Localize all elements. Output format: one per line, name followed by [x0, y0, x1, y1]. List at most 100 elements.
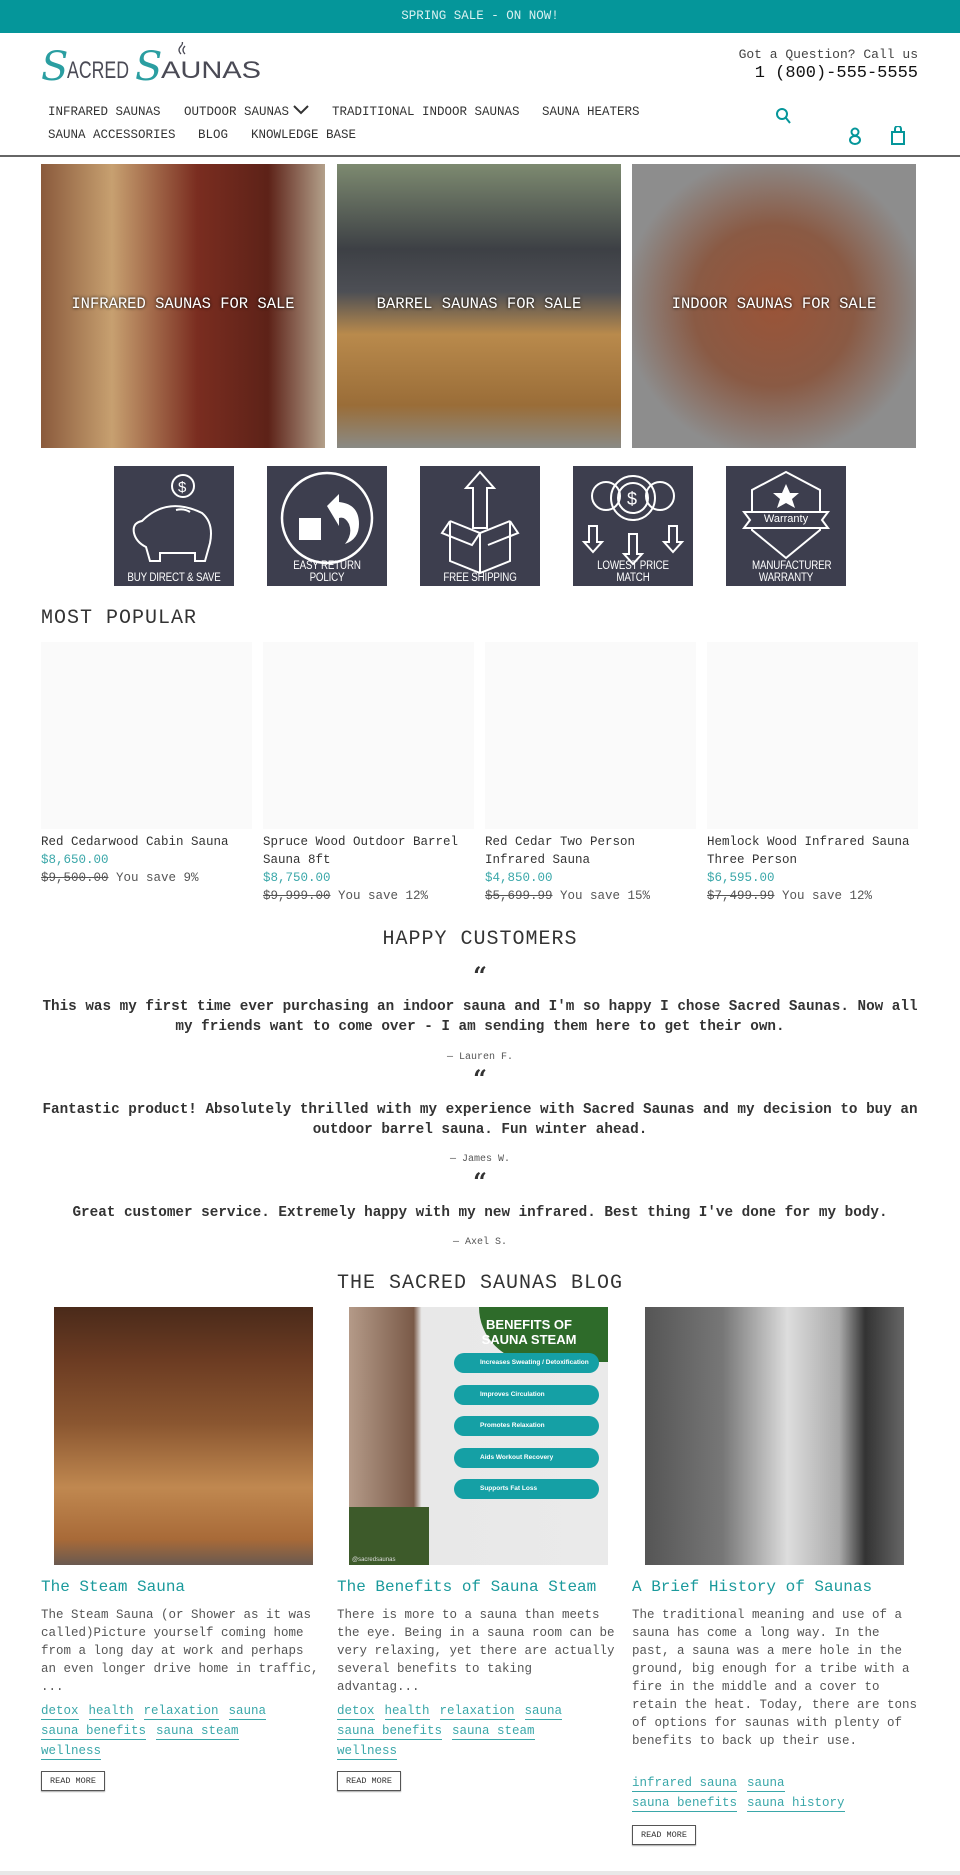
product-title[interactable]: Red Cedar Two Person Infrared Sauna: [485, 833, 696, 869]
collection-indoor-saunas[interactable]: INDOOR SAUNAS FOR SALE: [632, 164, 916, 448]
blog-post-title[interactable]: The Benefits of Sauna Steam: [337, 1578, 596, 1596]
product-image[interactable]: [707, 642, 918, 829]
quote-icon: “: [473, 1064, 487, 1093]
piggy-bank-icon: $: [132, 474, 212, 562]
nav-sauna-accessories[interactable]: SAUNA ACCESSORIES: [48, 128, 176, 142]
tag-link[interactable]: health: [384, 1703, 430, 1720]
product-card[interactable]: Hemlock Wood Infrared Sauna Three Person…: [707, 833, 918, 905]
blog-post-tags: detox health relaxation sauna sauna benefits…: [41, 1702, 324, 1762]
infographic-list: Increases Sweating / Detoxification Impr…: [454, 1353, 599, 1499]
blog-post-title[interactable]: The Steam Sauna: [41, 1578, 185, 1596]
cart-icon[interactable]: [890, 126, 906, 145]
collection-barrel-saunas[interactable]: BARREL SAUNAS FOR SALE: [337, 164, 621, 448]
section-heading-happy-customers: HAPPY CUSTOMERS: [382, 928, 578, 951]
tag-link[interactable]: relaxation: [143, 1703, 219, 1720]
collection-label: INDOOR SAUNAS FOR SALE: [671, 295, 877, 313]
product-price: $8,650.00: [41, 853, 109, 867]
blog-image-steam-sauna[interactable]: [54, 1307, 313, 1565]
phone-number[interactable]: 1 (800)-555-5555: [739, 64, 918, 83]
tag-link[interactable]: sauna benefits: [632, 1795, 738, 1812]
product-price: $8,750.00: [263, 871, 331, 885]
tag-link[interactable]: detox: [337, 1703, 375, 1720]
product-compare: $9,500.00 You save 9%: [41, 869, 252, 887]
compare-price: $7,499.99: [707, 889, 775, 903]
announcement-banner[interactable]: SPRING SALE - ON NOW!: [0, 0, 960, 33]
tag-link[interactable]: sauna steam: [156, 1723, 239, 1740]
product-price: $4,850.00: [485, 871, 553, 885]
product-compare: $7,499.99 You save 12%: [707, 887, 918, 905]
product-title[interactable]: Red Cedarwood Cabin Sauna: [41, 833, 252, 851]
nav-blog[interactable]: BLOG: [198, 128, 228, 142]
nav-outdoor-saunas[interactable]: OUTDOOR SAUNAS: [184, 105, 309, 119]
collection-infrared-saunas[interactable]: INFRARED SAUNAS FOR SALE: [41, 164, 325, 448]
nav-infrared-saunas[interactable]: INFRARED SAUNAS: [48, 105, 161, 119]
savings: You save 12%: [782, 889, 873, 903]
testimonial-text: Fantastic product! Absolutely thrilled w…: [42, 1102, 918, 1138]
contact-block: Got a Question? Call us 1 (800)-555-5555: [739, 47, 918, 83]
infographic-item: Supports Fat Loss: [454, 1479, 599, 1499]
tag-link[interactable]: wellness: [41, 1743, 102, 1760]
feature-label: BUY DIRECT & SAVE: [127, 572, 221, 584]
testimonial-text: This was my first time ever purchasing a…: [42, 999, 918, 1035]
tag-link[interactable]: health: [88, 1703, 134, 1720]
search-icon[interactable]: [775, 107, 793, 125]
product-compare: $5,699.99 You save 15%: [485, 887, 696, 905]
product-compare: $9,999.00 You save 12%: [263, 887, 474, 905]
nav-traditional-indoor-saunas[interactable]: TRADITIONAL INDOOR SAUNAS: [332, 105, 520, 119]
tag-link[interactable]: relaxation: [439, 1703, 515, 1720]
tag-link[interactable]: sauna: [747, 1775, 785, 1792]
infographic-item: Aids Workout Recovery: [454, 1447, 599, 1468]
blog-post-title[interactable]: A Brief History of Saunas: [632, 1578, 872, 1596]
product-card[interactable]: Red Cedar Two Person Infrared Sauna $4,8…: [485, 833, 696, 905]
svg-text:$: $: [627, 489, 637, 509]
tag-link[interactable]: sauna history: [747, 1795, 845, 1812]
account-icon[interactable]: [848, 127, 862, 145]
product-card[interactable]: Red Cedarwood Cabin Sauna $8,650.00 $9,5…: [41, 833, 252, 887]
blog-post-tags: infrared sauna sauna sauna benefits sauna h…: [632, 1774, 915, 1814]
product-image[interactable]: [41, 642, 252, 829]
quote-icon: “: [473, 961, 487, 990]
tag-link[interactable]: infrared sauna: [632, 1775, 738, 1792]
tag-link[interactable]: detox: [41, 1703, 79, 1720]
product-title[interactable]: Spruce Wood Outdoor Barrel Sauna 8ft: [263, 833, 474, 869]
svg-text:S: S: [135, 44, 162, 88]
blog-image-history[interactable]: [645, 1307, 904, 1565]
product-image[interactable]: [263, 642, 474, 829]
svg-text:$: $: [178, 479, 187, 496]
tag-link[interactable]: sauna benefits: [41, 1723, 147, 1740]
feature-label: MANUFACTURER WARRANTY: [752, 560, 832, 584]
tag-link[interactable]: sauna steam: [452, 1723, 535, 1740]
nav-knowledge-base[interactable]: KNOWLEDGE BASE: [251, 128, 356, 142]
savings: You save 9%: [116, 871, 199, 885]
header-divider: [0, 155, 960, 157]
product-title[interactable]: Hemlock Wood Infrared Sauna Three Person: [707, 833, 918, 869]
section-heading-blog: THE SACRED SAUNAS BLOG: [336, 1272, 624, 1295]
nav-outdoor-saunas-label: OUTDOOR SAUNAS: [184, 105, 290, 119]
compare-price: $9,999.00: [263, 889, 331, 903]
testimonial-author: — Lauren F.: [446, 1052, 513, 1063]
testimonial-author: — Axel S.: [452, 1237, 507, 1248]
feature-free-shipping: FREE SHIPPING: [420, 466, 540, 586]
savings: You save 12%: [338, 889, 429, 903]
warranty-badge-text: Warranty: [763, 513, 809, 525]
tag-link[interactable]: wellness: [337, 1743, 398, 1760]
product-image[interactable]: [485, 642, 696, 829]
tag-link[interactable]: sauna: [524, 1703, 563, 1720]
feature-label: FREE SHIPPING: [443, 572, 517, 584]
infographic-item: Increases Sweating / Detoxification: [454, 1353, 599, 1373]
read-more-button[interactable]: READ MORE: [41, 1771, 105, 1791]
collection-label: BARREL SAUNAS FOR SALE: [376, 295, 582, 313]
blog-post-tags: detox health relaxation sauna sauna benefits…: [337, 1702, 620, 1762]
logo[interactable]: S ACRED S AUNAS: [41, 39, 263, 90]
blog-image-benefits-infographic[interactable]: BENEFITS OF SAUNA STEAM Increases Sweati…: [349, 1307, 608, 1565]
tag-link[interactable]: sauna: [228, 1703, 267, 1720]
savings: You save 15%: [560, 889, 651, 903]
testimonial-author: — James W.: [449, 1154, 510, 1165]
collection-label: INFRARED SAUNAS FOR SALE: [71, 295, 295, 313]
read-more-button[interactable]: READ MORE: [632, 1825, 696, 1845]
nav-sauna-heaters[interactable]: SAUNA HEATERS: [542, 105, 640, 119]
blog-post-excerpt: The Steam Sauna (or Shower as it was cal…: [41, 1608, 319, 1694]
read-more-button[interactable]: READ MORE: [337, 1771, 401, 1791]
product-card[interactable]: Spruce Wood Outdoor Barrel Sauna 8ft $8,…: [263, 833, 474, 905]
tag-link[interactable]: sauna benefits: [337, 1723, 443, 1740]
